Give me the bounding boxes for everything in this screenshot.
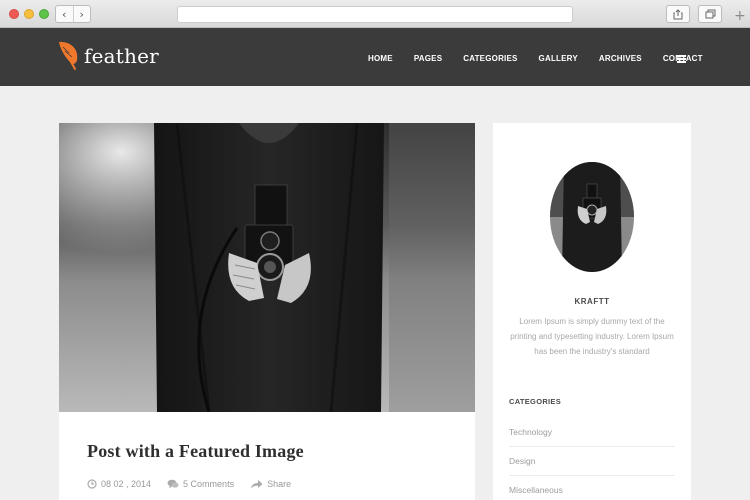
main-nav: HOME PAGES CATEGORIES GALLERY ARCHIVES C…: [368, 54, 703, 63]
post-share-text: Share: [267, 479, 292, 489]
comments-icon: [167, 479, 179, 489]
maximize-window-button[interactable]: [39, 9, 49, 19]
categories-list: Technology Design Miscellaneous: [509, 418, 675, 500]
back-button[interactable]: ‹: [56, 6, 74, 22]
tabs-button[interactable]: [698, 5, 722, 23]
featured-image[interactable]: [59, 123, 475, 412]
nav-pages[interactable]: PAGES: [414, 54, 442, 63]
share-arrow-icon: [251, 480, 263, 489]
site-header: feather HOME PAGES CATEGORIES GALLERY AR…: [0, 28, 750, 86]
share-button[interactable]: [666, 5, 690, 23]
author-name: KRAFTT: [574, 297, 610, 306]
site-logo[interactable]: feather: [57, 40, 159, 72]
address-bar[interactable]: [177, 6, 573, 23]
new-tab-button[interactable]: +: [734, 9, 746, 23]
post-card: Post with a Featured Image 08 02 , 2014 …: [59, 123, 475, 500]
post-date-text: 08 02 , 2014: [101, 479, 152, 489]
tabs-icon: [705, 9, 715, 19]
site-logo-text: feather: [84, 44, 159, 68]
post-share-link[interactable]: Share: [250, 479, 291, 489]
category-item-miscellaneous[interactable]: Miscellaneous: [509, 476, 675, 500]
nav-home[interactable]: HOME: [368, 54, 393, 63]
post-comments-text: 5 Comments: [183, 479, 235, 489]
author-bio: Lorem Ipsum is simply dummy text of the …: [510, 317, 674, 356]
close-window-button[interactable]: [9, 9, 19, 19]
clock-icon: [87, 479, 97, 489]
share-icon: [673, 8, 683, 19]
sidebar: KRAFTT Lorem Ipsum is simply dummy text …: [493, 123, 691, 500]
history-nav: ‹ ›: [55, 5, 91, 23]
author-photo: [550, 162, 634, 272]
categories-heading: CATEGORIES: [509, 397, 562, 406]
browser-chrome: ‹ › +: [0, 0, 750, 28]
camera-photo: [59, 123, 475, 412]
category-item-technology[interactable]: Technology: [509, 418, 675, 447]
post-date: 08 02 , 2014: [87, 479, 151, 489]
author-avatar[interactable]: [550, 162, 634, 272]
nav-categories[interactable]: CATEGORIES: [463, 54, 517, 63]
nav-gallery[interactable]: GALLERY: [539, 54, 578, 63]
hamburger-icon[interactable]: [677, 55, 686, 63]
nav-archives[interactable]: ARCHIVES: [599, 54, 642, 63]
forward-button[interactable]: ›: [74, 6, 91, 22]
post-meta: 08 02 , 2014 5 Comments Share: [87, 479, 307, 489]
feather-icon: [59, 41, 78, 70]
post-comments-link[interactable]: 5 Comments: [167, 479, 234, 489]
minimize-window-button[interactable]: [24, 9, 34, 19]
post-title[interactable]: Post with a Featured Image: [87, 441, 304, 462]
category-item-design[interactable]: Design: [509, 447, 675, 476]
